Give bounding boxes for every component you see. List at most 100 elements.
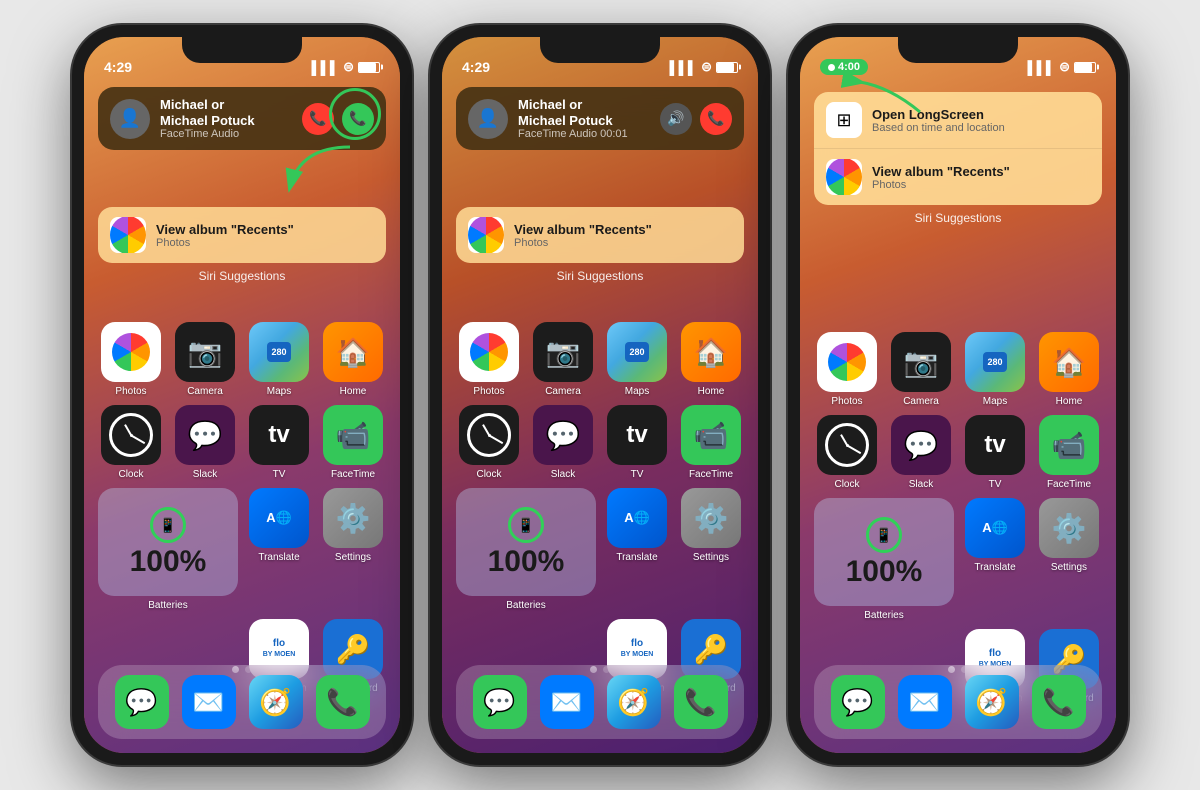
decline-button-2[interactable]: 📞 — [700, 103, 732, 135]
slack-label-3: Slack — [909, 479, 933, 490]
siri-suggestions-2: View album "Recents" Photos Siri Suggest… — [456, 207, 744, 283]
camera-label-2: Camera — [545, 386, 581, 397]
dock-phone-3[interactable]: 📞 — [1032, 675, 1086, 729]
app-settings-3[interactable]: ⚙️ Settings — [1036, 498, 1102, 621]
dock-safari-3[interactable]: 🧭 — [965, 675, 1019, 729]
app-photos-3[interactable]: Photos — [814, 332, 880, 407]
app-maps-2[interactable]: 280 Maps — [604, 322, 670, 397]
siri-item-sub-3: Photos — [872, 179, 1090, 191]
app-tv-1[interactable]: tv TV — [246, 405, 312, 480]
dock-safari-2[interactable]: 🧭 — [607, 675, 661, 729]
app-translate-2[interactable]: A🌐 Translate — [604, 488, 670, 611]
dock-phone-2[interactable]: 📞 — [674, 675, 728, 729]
status-icons-2: ▌▌▌ ⊜ — [669, 59, 738, 75]
translate-label-3: Translate — [974, 562, 1015, 573]
battery-ring-1: 📱 — [150, 507, 186, 543]
phone-screen-2: 4:29 ▌▌▌ ⊜ 👤 Michael orMichael Potuck Fa… — [442, 37, 758, 753]
dock-safari-1[interactable]: 🧭 — [249, 675, 303, 729]
facetime-label-1: FaceTime — [331, 469, 375, 480]
wifi-icon-2: ⊜ — [701, 59, 712, 75]
app-grid-2: Photos 📷 Camera 280 Maps 🏠 Home — [456, 322, 744, 694]
app-camera-1[interactable]: 📷 Camera — [172, 322, 238, 397]
siri-item-photos-2[interactable]: View album "Recents" Photos — [456, 207, 744, 263]
app-facetime-3[interactable]: 📹 FaceTime — [1036, 415, 1102, 490]
notification-banner-2[interactable]: 👤 Michael orMichael Potuck FaceTime Audi… — [456, 87, 744, 150]
battery-widget-1[interactable]: 📱 100% Batteries — [98, 488, 238, 611]
app-translate-3[interactable]: A🌐 Translate — [962, 498, 1028, 621]
app-facetime-1[interactable]: 📹 FaceTime — [320, 405, 386, 480]
battery-widget-3[interactable]: 📱 100% Batteries — [814, 498, 954, 621]
phone-screen-1: 4:29 ▌▌▌ ⊜ 👤 Michael orMichael Potuck Fa… — [84, 37, 400, 753]
app-maps-3[interactable]: 280 Maps — [962, 332, 1028, 407]
speaker-button-2[interactable]: 🔊 — [660, 103, 692, 135]
home-label-2: Home — [698, 386, 725, 397]
settings-label-3: Settings — [1051, 562, 1087, 573]
app-tv-3[interactable]: tv TV — [962, 415, 1028, 490]
siri-item-photos-1[interactable]: View album "Recents" Photos — [98, 207, 386, 263]
app-photos-2[interactable]: Photos — [456, 322, 522, 397]
dock-mail-3[interactable]: ✉️ — [898, 675, 952, 729]
photos-label-3: Photos — [831, 396, 862, 407]
settings-label-1: Settings — [335, 552, 371, 563]
slack-label-2: Slack — [551, 469, 575, 480]
siri-label-1: Siri Suggestions — [98, 269, 386, 283]
camera-label-1: Camera — [187, 386, 223, 397]
app-clock-2[interactable]: Clock — [456, 405, 522, 480]
facetime-label-2: FaceTime — [689, 469, 733, 480]
app-home-3[interactable]: 🏠 Home — [1036, 332, 1102, 407]
slack-icon-1: 💬 — [175, 405, 235, 465]
app-home-1[interactable]: 🏠 Home — [320, 322, 386, 397]
dock-mail-1[interactable]: ✉️ — [182, 675, 236, 729]
battery-pct-2: 100% — [488, 547, 565, 577]
app-maps-1[interactable]: 280 Maps — [246, 322, 312, 397]
phone-frame-1: 4:29 ▌▌▌ ⊜ 👤 Michael orMichael Potuck Fa… — [72, 25, 412, 765]
siri-suggestions-1: View album "Recents" Photos Siri Suggest… — [98, 207, 386, 283]
app-translate-1[interactable]: A🌐 Translate — [246, 488, 312, 611]
phone-frame-2: 4:29 ▌▌▌ ⊜ 👤 Michael orMichael Potuck Fa… — [430, 25, 770, 765]
contact-name-1: Michael orMichael Potuck — [160, 97, 292, 128]
maps-shield-1: 280 — [267, 342, 291, 362]
tv-label-3: TV — [989, 479, 1002, 490]
app-home-2[interactable]: 🏠 Home — [678, 322, 744, 397]
dock-messages-3[interactable]: 💬 — [831, 675, 885, 729]
app-facetime-2[interactable]: 📹 FaceTime — [678, 405, 744, 480]
app-tv-2[interactable]: tv TV — [604, 405, 670, 480]
app-slack-3[interactable]: 💬 Slack — [888, 415, 954, 490]
battery-pct-1: 100% — [130, 547, 207, 577]
siri-item-sub-1: Photos — [156, 237, 374, 249]
app-photos-1[interactable]: Photos — [98, 322, 164, 397]
battery-pct-3: 100% — [846, 557, 923, 587]
battery-widget-2[interactable]: 📱 100% Batteries — [456, 488, 596, 611]
app-settings-2[interactable]: ⚙️ Settings — [678, 488, 744, 611]
app-slack-2[interactable]: 💬 Slack — [530, 405, 596, 480]
home-label-3: Home — [1056, 396, 1083, 407]
notch-2 — [540, 37, 660, 63]
camera-icon-3: 📷 — [891, 332, 951, 392]
notification-content-1: Michael orMichael Potuck FaceTime Audio — [160, 97, 292, 140]
photos-icon-1 — [101, 322, 161, 382]
app-camera-3[interactable]: 📷 Camera — [888, 332, 954, 407]
siri-photos-icon-3 — [826, 159, 862, 195]
signal-icon-3: ▌▌▌ — [1027, 60, 1055, 75]
siri-box-2: View album "Recents" Photos — [456, 207, 744, 263]
call-type-2: FaceTime Audio 00:01 — [518, 128, 650, 140]
clock-label-2: Clock — [476, 469, 501, 480]
clock-label-3: Clock — [834, 479, 859, 490]
app-clock-1[interactable]: Clock — [98, 405, 164, 480]
wifi-icon-1: ⊜ — [343, 59, 354, 75]
siri-item-photos-3[interactable]: View album "Recents" Photos — [814, 149, 1102, 205]
app-clock-3[interactable]: Clock — [814, 415, 880, 490]
home-icon-3: 🏠 — [1039, 332, 1099, 392]
status-icons-3: ▌▌▌ ⊜ — [1027, 59, 1096, 75]
notification-content-2: Michael orMichael Potuck FaceTime Audio … — [518, 97, 650, 140]
app-camera-2[interactable]: 📷 Camera — [530, 322, 596, 397]
dock-phone-1[interactable]: 📞 — [316, 675, 370, 729]
app-slack-1[interactable]: 💬 Slack — [172, 405, 238, 480]
app-settings-1[interactable]: ⚙️ Settings — [320, 488, 386, 611]
dock-mail-2[interactable]: ✉️ — [540, 675, 594, 729]
signal-icon-2: ▌▌▌ — [669, 60, 697, 75]
dock-messages-1[interactable]: 💬 — [115, 675, 169, 729]
maps-icon-2: 280 — [607, 322, 667, 382]
dock-messages-2[interactable]: 💬 — [473, 675, 527, 729]
contact-avatar-1: 👤 — [110, 99, 150, 139]
